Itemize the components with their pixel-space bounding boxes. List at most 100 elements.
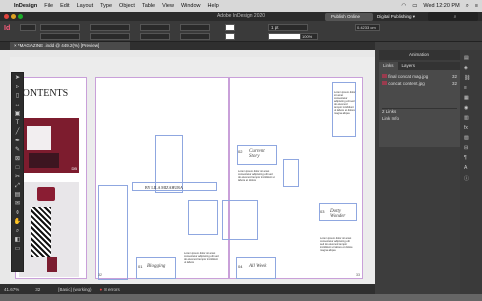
vertical-ruler[interactable] bbox=[0, 50, 10, 286]
image-frame[interactable] bbox=[98, 185, 128, 280]
info-icon[interactable]: ⓘ bbox=[464, 175, 477, 182]
free-transform-icon[interactable]: ⤢ bbox=[12, 182, 23, 190]
menu-app[interactable]: InDesign bbox=[14, 3, 37, 9]
menu-list-icon[interactable]: ≡ bbox=[475, 3, 478, 9]
body-text[interactable]: Lorem ipsum dolor sit amet consectetur a… bbox=[238, 170, 276, 194]
search-icon[interactable]: ⌕ bbox=[466, 3, 469, 10]
menu-edit[interactable]: Edit bbox=[60, 3, 69, 9]
paragraph-styles-icon[interactable]: ¶ bbox=[464, 155, 477, 161]
body-text[interactable]: Lorem ipsum dolor sit amet consectetur a… bbox=[320, 237, 354, 267]
menu-file[interactable]: File bbox=[44, 3, 53, 9]
text-wrap-icon[interactable]: ▧ bbox=[464, 135, 477, 141]
fill-stroke-icon[interactable]: ◧ bbox=[12, 236, 23, 244]
menu-object[interactable]: Object bbox=[119, 3, 135, 9]
stroke-icon[interactable]: ≡ bbox=[464, 85, 477, 91]
error-count[interactable]: 8 errors bbox=[104, 287, 120, 292]
text-frame[interactable]: 03 Dotty Wonder bbox=[319, 203, 357, 221]
hand-tool-icon[interactable]: ✋ bbox=[12, 218, 23, 226]
link-info-row[interactable]: Link Info bbox=[382, 116, 457, 122]
eyedropper-tool-icon[interactable]: ⌽ bbox=[12, 209, 23, 217]
zoom-level[interactable]: 41.67% bbox=[4, 287, 19, 292]
width-field[interactable] bbox=[90, 24, 130, 31]
tab-links[interactable]: Links bbox=[379, 62, 398, 70]
preflight-profile[interactable]: [Basic] (working) bbox=[58, 287, 91, 292]
workspace-switcher[interactable]: Digital Publishing ▾ bbox=[377, 13, 427, 21]
links-icon[interactable]: ⛓ bbox=[464, 75, 477, 81]
line-tool-icon[interactable]: ╱ bbox=[12, 128, 23, 136]
character-styles-icon[interactable]: A bbox=[464, 165, 477, 171]
menu-type[interactable]: Type bbox=[100, 3, 112, 9]
pages-icon[interactable]: ▤ bbox=[464, 55, 477, 61]
menu-help[interactable]: Help bbox=[208, 3, 219, 9]
rotate-field[interactable] bbox=[180, 24, 210, 31]
shear-field[interactable] bbox=[180, 33, 210, 40]
close-window-button[interactable] bbox=[4, 14, 9, 19]
scale-x-field[interactable] bbox=[140, 24, 170, 31]
note-tool-icon[interactable]: ✉ bbox=[12, 200, 23, 208]
page-selector[interactable]: 32 bbox=[35, 287, 40, 292]
zoom-field[interactable]: 100% bbox=[300, 33, 318, 40]
photo-frame[interactable] bbox=[188, 200, 218, 235]
rectangle-tool-icon[interactable]: □ bbox=[12, 164, 23, 172]
color-icon[interactable]: ◉ bbox=[464, 105, 477, 111]
publish-online-button[interactable]: Publish Online bbox=[325, 13, 373, 21]
screen-mode-icon[interactable]: ▭ bbox=[12, 245, 23, 253]
text-frame[interactable]: 04 All Week bbox=[236, 257, 276, 279]
stroke-swatch-icon[interactable] bbox=[225, 33, 235, 40]
document-tab[interactable]: × *MAGAZINE .indd @ 449.2(%) [Preview] bbox=[10, 42, 130, 50]
image-frame[interactable] bbox=[283, 159, 299, 187]
effects-icon[interactable]: fx bbox=[464, 125, 477, 131]
page-tool-icon[interactable]: ▯ bbox=[12, 92, 23, 100]
link-row[interactable]: concat content.jpg 32 bbox=[382, 81, 457, 87]
zoom-tool-icon[interactable]: ⌕ bbox=[12, 227, 23, 235]
type-tool-icon[interactable]: T bbox=[12, 119, 23, 127]
menu-view[interactable]: View bbox=[162, 3, 174, 9]
measure-field[interactable]: 0.4233 cm bbox=[355, 24, 380, 31]
x-field[interactable] bbox=[40, 24, 80, 31]
tab-layers[interactable]: Layers bbox=[398, 62, 420, 70]
gradient-tool-icon[interactable]: ▤ bbox=[12, 191, 23, 199]
menu-table[interactable]: Table bbox=[142, 3, 155, 9]
wifi-icon[interactable]: ◠ bbox=[401, 3, 406, 9]
pencil-tool-icon[interactable]: ✎ bbox=[12, 146, 23, 154]
content-collector-icon[interactable]: ▣ bbox=[12, 110, 23, 118]
selection-tool-icon[interactable]: ➤ bbox=[12, 74, 23, 82]
scissors-tool-icon[interactable]: ✂ bbox=[12, 173, 23, 181]
swatches-icon[interactable]: ▦ bbox=[464, 95, 477, 101]
body-text[interactable]: Lorem ipsum dolor sit amet consectetur a… bbox=[184, 252, 220, 270]
height-field[interactable] bbox=[90, 33, 130, 40]
pen-tool-icon[interactable]: ✒ bbox=[12, 137, 23, 145]
left-page[interactable]: CONTENTS DB bbox=[15, 77, 87, 279]
text-frame[interactable]: 01 Blogging bbox=[136, 257, 176, 279]
text-frame[interactable]: Lorem ipsum dolor sit amet consectetur a… bbox=[332, 82, 356, 137]
contents-title[interactable]: CONTENTS bbox=[16, 88, 86, 108]
cover-photo[interactable]: DB bbox=[19, 118, 79, 173]
animation-panel-header[interactable]: Animation bbox=[379, 50, 460, 60]
menu-layout[interactable]: Layout bbox=[77, 3, 94, 9]
menu-window[interactable]: Window bbox=[181, 3, 201, 9]
pasteboard[interactable]: CONTENTS DB BY LILA MIZAHURA 01 Blogging… bbox=[10, 57, 375, 284]
align-icon[interactable]: ⊟ bbox=[464, 145, 477, 151]
stroke-weight-field[interactable]: 1 pt bbox=[268, 24, 308, 31]
gradient-icon[interactable]: ▥ bbox=[464, 115, 477, 121]
direct-selection-icon[interactable]: ▹ bbox=[12, 83, 23, 91]
zoom-window-button[interactable] bbox=[18, 14, 23, 19]
y-field[interactable] bbox=[40, 33, 80, 40]
gap-tool-icon[interactable]: ↔ bbox=[12, 101, 23, 109]
scale-y-field[interactable] bbox=[140, 33, 170, 40]
ref-point-icon[interactable] bbox=[20, 24, 36, 31]
minimize-window-button[interactable] bbox=[11, 14, 16, 19]
byline-frame[interactable]: BY LILA MIZAHURA bbox=[132, 182, 217, 191]
photo-frame[interactable] bbox=[222, 200, 258, 240]
layers-icon[interactable]: ◈ bbox=[464, 65, 477, 71]
link-row[interactable]: final concat mag.jpg 32 bbox=[382, 74, 457, 80]
rectangle-frame-icon[interactable]: ⊠ bbox=[12, 155, 23, 163]
text-frame[interactable]: 02 Current Story bbox=[237, 145, 277, 165]
clock[interactable]: Wed 12:20 PM bbox=[423, 3, 459, 9]
fashion-photo[interactable] bbox=[19, 182, 79, 277]
tab-close-icon[interactable]: × bbox=[14, 43, 17, 48]
battery-icon[interactable]: ▭ bbox=[412, 3, 417, 9]
search-field[interactable]: ⌕ bbox=[428, 12, 478, 21]
horizontal-ruler[interactable] bbox=[10, 50, 375, 57]
fill-swatch-icon[interactable] bbox=[225, 24, 235, 31]
